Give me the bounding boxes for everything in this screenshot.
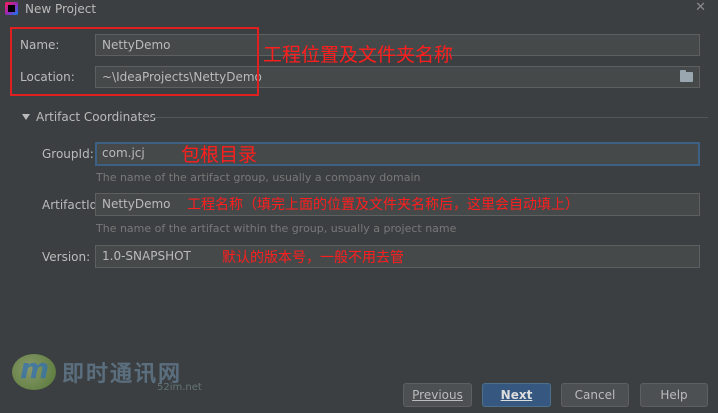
previous-button[interactable]: Previous <box>403 383 472 407</box>
version-label: Version: <box>42 250 91 264</box>
watermark-logo-letter: m <box>20 352 50 385</box>
close-icon[interactable]: ✕ <box>695 0 706 15</box>
triangle-down-icon <box>22 114 30 120</box>
window-title: New Project <box>25 2 97 16</box>
folder-icon[interactable] <box>680 70 693 82</box>
annotation-artifactid: 工程名称（填完上面的位置及文件夹名称后，这里会自动填上） <box>187 197 579 213</box>
next-button[interactable]: Next <box>482 383 551 407</box>
section-divider <box>140 117 708 118</box>
artifactid-label: ArtifactId: <box>42 198 102 212</box>
annotation-groupid: 包根目录 <box>181 144 258 166</box>
artifact-coordinates-toggle[interactable]: Artifact Coordinates <box>22 110 156 124</box>
next-button-label: Next <box>500 388 533 402</box>
cancel-button[interactable]: Cancel <box>561 383 629 407</box>
watermark: m 即时通讯网 52im.net <box>12 350 212 393</box>
groupid-hint: The name of the artifact group, usually … <box>96 171 421 184</box>
artifactid-hint: The name of the artifact within the grou… <box>96 222 457 235</box>
annotation-version: 默认的版本号，一般不用去管 <box>222 250 404 266</box>
title-bar: New Project ✕ <box>0 0 718 18</box>
groupid-label: GroupId: <box>42 147 94 161</box>
intellij-icon <box>5 2 18 15</box>
help-button[interactable]: Help <box>640 383 708 407</box>
watermark-subtext: 52im.net <box>157 382 202 393</box>
previous-button-label: Previous <box>412 388 463 402</box>
annotation-location: 工程位置及文件夹名称 <box>263 44 454 66</box>
annotation-box <box>10 27 259 96</box>
section-title: Artifact Coordinates <box>36 110 156 124</box>
